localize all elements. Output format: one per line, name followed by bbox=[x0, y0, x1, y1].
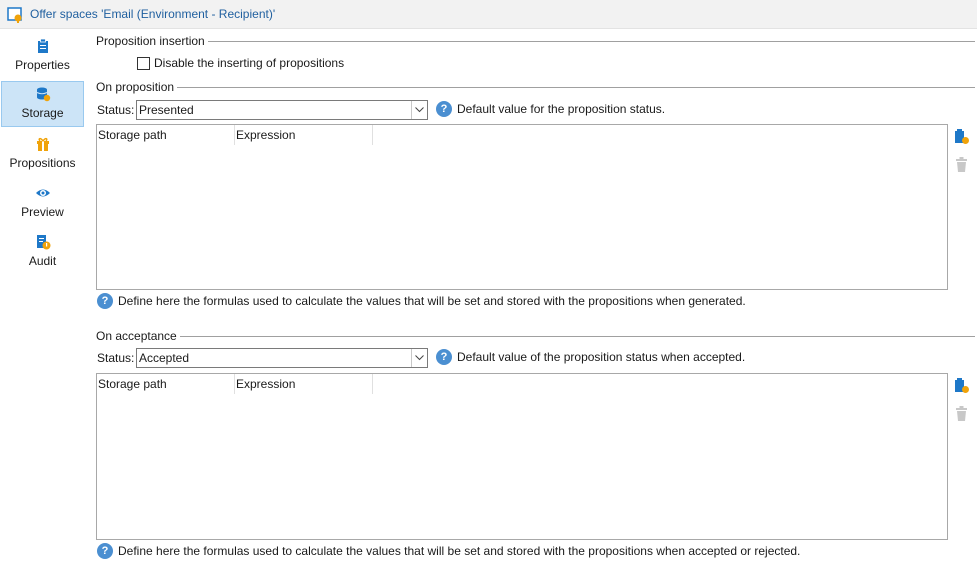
select-value: Presented bbox=[139, 103, 194, 117]
sidebar-item-storage[interactable]: Storage bbox=[1, 81, 84, 127]
add-row-icon[interactable] bbox=[953, 128, 970, 145]
sidebar-item-audit[interactable]: Audit bbox=[1, 229, 84, 275]
column-header-storage-path[interactable]: Storage path bbox=[97, 374, 235, 394]
status-label: Status: bbox=[97, 351, 135, 365]
trash-icon[interactable] bbox=[953, 405, 970, 422]
trash-icon[interactable] bbox=[953, 156, 970, 173]
group-divider bbox=[207, 41, 975, 42]
acceptance-storage-grid[interactable]: Storage path Expression bbox=[96, 373, 948, 540]
add-row-icon[interactable] bbox=[953, 377, 970, 394]
status-label: Status: bbox=[97, 103, 135, 117]
offer-space-icon bbox=[7, 7, 23, 23]
sidebar-item-label: Audit bbox=[28, 254, 57, 268]
sidebar-item-propositions[interactable]: Propositions bbox=[1, 131, 84, 177]
sidebar-item-label: Properties bbox=[15, 58, 70, 72]
group-title: On proposition bbox=[96, 80, 178, 94]
checkbox-label: Disable the inserting of propositions bbox=[154, 56, 345, 70]
footer-help-text: Define here the formulas used to calcula… bbox=[118, 544, 801, 558]
on-acceptance-group: On acceptance bbox=[96, 329, 975, 343]
column-header-expression[interactable]: Expression bbox=[235, 125, 373, 145]
title-bar: Offer spaces 'Email (Environment - Recip… bbox=[0, 0, 977, 29]
sidebar: Properties Storage Propositions Preview … bbox=[0, 31, 84, 571]
sidebar-item-preview[interactable]: Preview bbox=[1, 180, 84, 226]
sidebar-item-properties[interactable]: Properties bbox=[1, 33, 84, 79]
sidebar-item-label: Propositions bbox=[9, 156, 76, 170]
status-help-text: Default value of the proposition status … bbox=[457, 350, 746, 364]
group-divider bbox=[179, 336, 975, 337]
footer-help-text: Define here the formulas used to calcula… bbox=[118, 294, 746, 308]
clipboard-icon bbox=[35, 38, 51, 54]
column-header-expression[interactable]: Expression bbox=[235, 374, 373, 394]
eye-icon bbox=[35, 185, 51, 201]
window-title: Offer spaces 'Email (Environment - Recip… bbox=[30, 7, 276, 21]
select-value: Accepted bbox=[139, 351, 190, 365]
disable-inserting-checkbox[interactable] bbox=[137, 56, 150, 70]
help-icon: ? bbox=[97, 543, 113, 559]
on-proposition-group: On proposition bbox=[96, 80, 975, 94]
group-title: On acceptance bbox=[96, 329, 180, 343]
audit-icon bbox=[35, 234, 51, 250]
acceptance-status-select[interactable]: Accepted bbox=[136, 348, 428, 368]
proposition-storage-grid[interactable]: Storage path Expression bbox=[96, 124, 948, 290]
column-header-storage-path[interactable]: Storage path bbox=[97, 125, 235, 145]
proposition-status-select[interactable]: Presented bbox=[136, 100, 428, 120]
sidebar-item-label: Preview bbox=[21, 205, 64, 219]
gift-icon bbox=[35, 136, 51, 152]
sidebar-item-label: Storage bbox=[21, 106, 64, 120]
help-icon: ? bbox=[97, 293, 113, 309]
disable-inserting-checkbox-row[interactable]: Disable the inserting of propositions bbox=[137, 56, 344, 70]
proposition-insertion-group: Proposition insertion bbox=[96, 34, 975, 48]
chevron-down-icon[interactable] bbox=[411, 101, 427, 119]
status-help-text: Default value for the proposition status… bbox=[457, 102, 666, 116]
help-icon: ? bbox=[436, 349, 452, 365]
group-title: Proposition insertion bbox=[96, 34, 208, 48]
database-icon bbox=[35, 86, 51, 102]
chevron-down-icon[interactable] bbox=[411, 349, 427, 367]
group-divider bbox=[177, 87, 975, 88]
help-icon: ? bbox=[436, 101, 452, 117]
